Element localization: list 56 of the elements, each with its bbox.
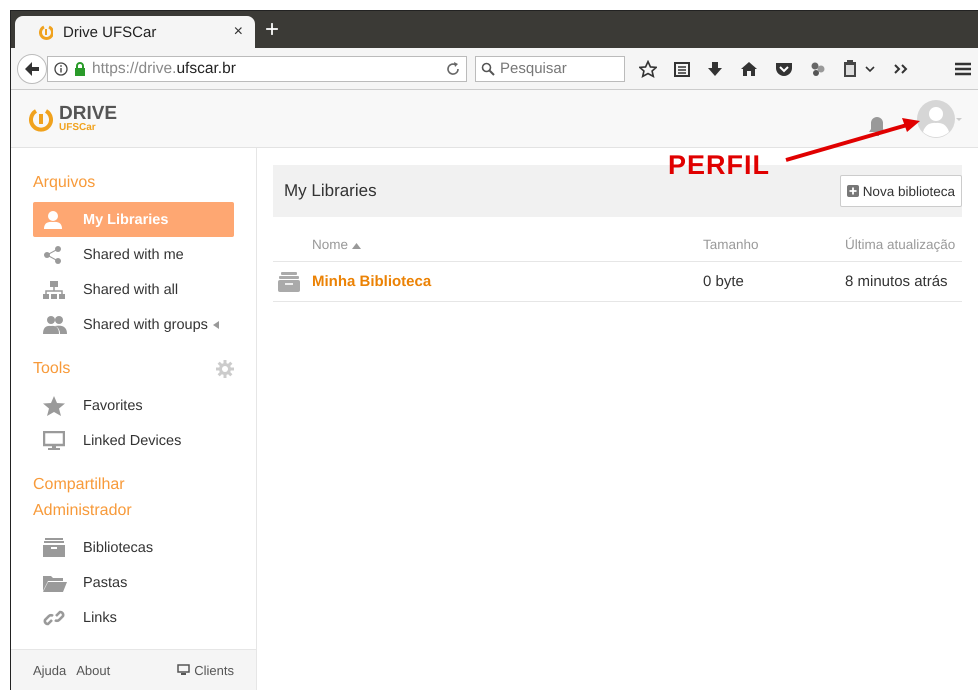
overflow-icon[interactable] (893, 62, 909, 74)
browser-tab[interactable]: Drive UFSCar × (15, 16, 255, 48)
star-icon (43, 396, 65, 416)
url-text: https://drive.ufscar.br (92, 60, 236, 78)
dropdown-icon[interactable] (864, 64, 876, 74)
search-field[interactable]: Pesquisar (475, 56, 625, 82)
sidebar-item[interactable]: Shared with me (33, 237, 234, 272)
monitor-icon (177, 664, 190, 676)
bookmark-star-icon[interactable] (639, 60, 657, 78)
back-arrow-icon (24, 60, 40, 76)
monitor-icon (43, 430, 65, 450)
new-library-button[interactable]: Nova biblioteca (840, 175, 962, 207)
table-cell: 8 minutos atrás (844, 262, 962, 302)
plus-icon (846, 185, 859, 197)
help-link[interactable]: Ajuda (33, 662, 66, 678)
address-bar[interactable]: https://drive.ufscar.br (47, 56, 467, 82)
sidebar-item[interactable]: Favorites (33, 388, 234, 423)
section-title: Compartilhar Administrador (33, 475, 133, 521)
new-tab-button[interactable]: + (265, 18, 280, 42)
archive-icon (43, 538, 65, 558)
download-icon[interactable] (707, 60, 723, 76)
about-link[interactable]: About (76, 662, 110, 678)
sidebar-item[interactable]: Pastas (33, 565, 234, 600)
library-icon (278, 272, 300, 292)
reload-icon[interactable] (446, 62, 460, 76)
sidebar-item[interactable]: Shared with all (33, 272, 234, 307)
home-icon[interactable] (740, 60, 758, 76)
menu-icon[interactable] (954, 60, 972, 76)
clipboard-icon[interactable] (843, 60, 857, 78)
extension-icon[interactable] (810, 60, 826, 76)
info-icon (54, 62, 68, 76)
logo-icon (39, 24, 53, 40)
section-title: Arquivos (33, 173, 96, 193)
hierarchy-icon (43, 280, 65, 300)
sidebar-item[interactable]: Links (33, 600, 234, 635)
sort-up-icon[interactable] (352, 242, 361, 248)
lock-icon (74, 62, 86, 76)
logo-title: DRIVE (59, 104, 118, 123)
sidebar-item[interactable]: Bibliotecas (33, 530, 234, 565)
tab-close-button[interactable]: × (234, 23, 243, 41)
section-title: Tools (33, 359, 72, 379)
share-icon (43, 244, 63, 264)
back-button[interactable] (17, 54, 47, 84)
tab-title: Drive UFSCar (63, 24, 158, 40)
page-title: My Libraries (284, 181, 377, 201)
pocket-icon[interactable] (775, 60, 793, 76)
logo-subtitle: UFSCar (59, 123, 97, 133)
sidebar-item[interactable]: Linked Devices (33, 423, 234, 458)
group-icon (43, 314, 67, 334)
table-cell: 0 byte (702, 262, 844, 302)
caret-icon[interactable] (212, 320, 220, 330)
clients-link[interactable]: Clients (177, 662, 234, 678)
reading-list-icon[interactable] (674, 60, 690, 76)
sidebar-item[interactable]: Shared with groups (33, 307, 234, 342)
user-icon (43, 210, 63, 230)
annotation-label: PERFIL (668, 150, 770, 181)
